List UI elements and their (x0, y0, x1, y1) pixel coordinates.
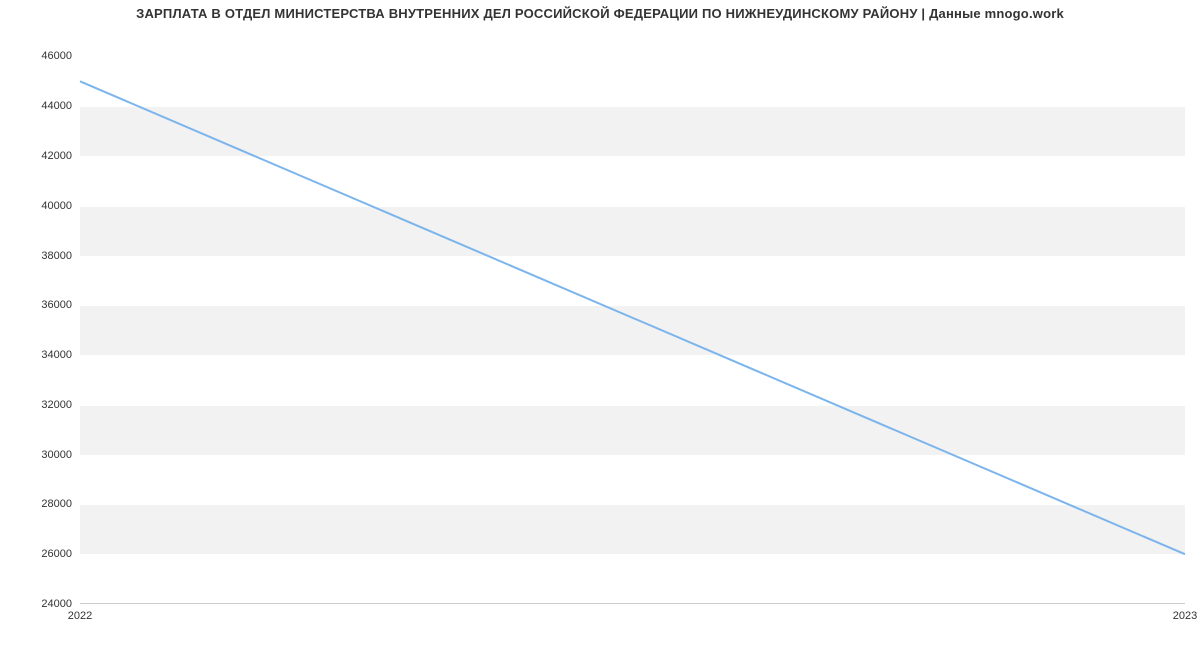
y-tick-label: 30000 (12, 449, 72, 461)
chart-title: ЗАРПЛАТА В ОТДЕЛ МИНИСТЕРСТВА ВНУТРЕННИХ… (0, 6, 1200, 21)
y-tick-label: 42000 (12, 150, 72, 162)
x-tick-label: 2023 (1173, 610, 1197, 622)
data-line (80, 44, 1185, 604)
y-tick-label: 26000 (12, 548, 72, 560)
y-tick-label: 24000 (12, 598, 72, 610)
y-tick-label: 46000 (12, 50, 72, 62)
y-tick-label: 36000 (12, 299, 72, 311)
y-tick-label: 38000 (12, 250, 72, 262)
salary-line-chart: ЗАРПЛАТА В ОТДЕЛ МИНИСТЕРСТВА ВНУТРЕННИХ… (0, 0, 1200, 650)
y-tick-label: 40000 (12, 200, 72, 212)
x-tick-label: 2022 (68, 610, 92, 622)
gridline (80, 604, 1185, 605)
y-tick-label: 44000 (12, 100, 72, 112)
plot-area (80, 44, 1185, 604)
y-tick-label: 32000 (12, 399, 72, 411)
y-tick-label: 28000 (12, 498, 72, 510)
y-tick-label: 34000 (12, 349, 72, 361)
